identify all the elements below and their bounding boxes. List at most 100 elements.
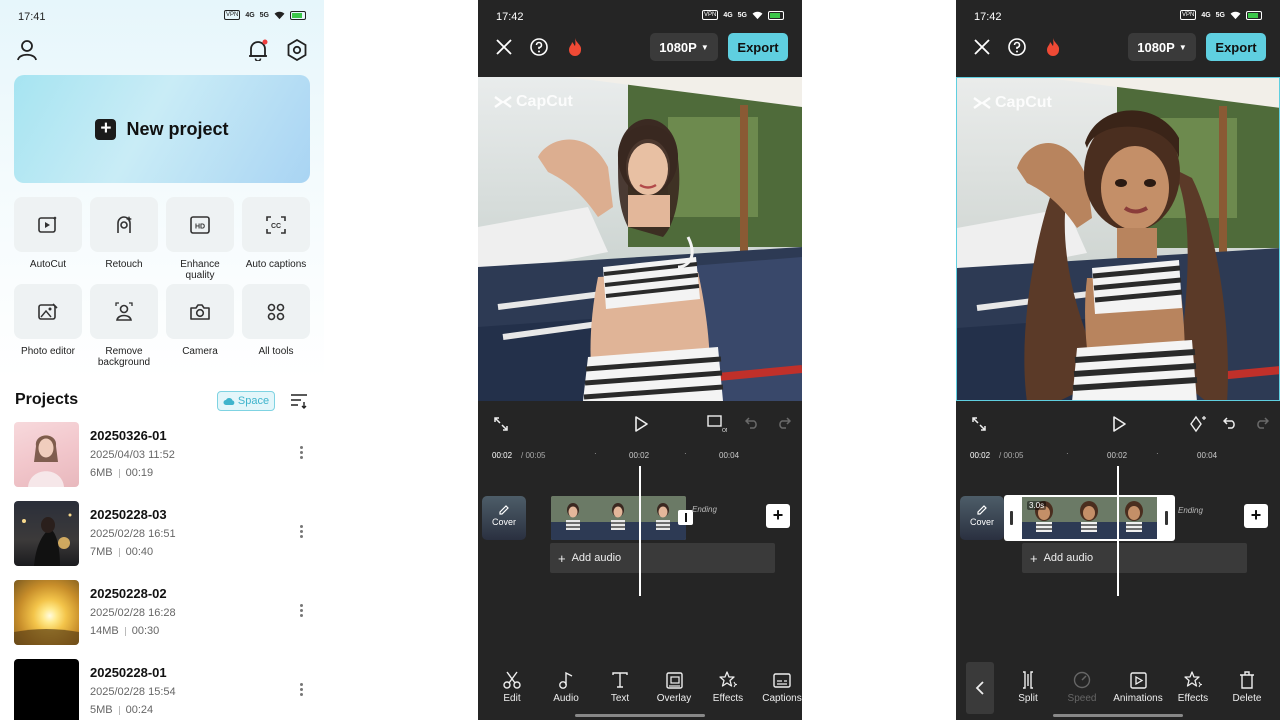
fullscreen-icon[interactable]	[972, 417, 986, 431]
video-preview[interactable]: CapCut	[956, 77, 1280, 401]
battery-icon	[1246, 10, 1262, 20]
status-bar: 17:41 VPN 4G 5G	[0, 0, 324, 34]
fire-icon[interactable]	[567, 37, 583, 57]
timeline-ruler: 00:02 / 00:05 00:02 00:04 · ·	[492, 449, 740, 460]
toolbar-effects[interactable]: Effects	[1166, 670, 1220, 704]
toolbar-label: Edit	[503, 693, 521, 704]
effects-star-icon	[719, 671, 737, 688]
tool-photo-editor[interactable]: Photo editor	[14, 284, 82, 357]
tool-camera[interactable]: Camera	[166, 284, 234, 357]
tool-retouch[interactable]: Retouch	[90, 197, 158, 270]
play-icon[interactable]	[634, 416, 648, 432]
video-preview[interactable]: CapCut	[478, 77, 802, 401]
sort-list-icon[interactable]	[290, 393, 308, 409]
tool-enhance-quality[interactable]: HD Enhance quality	[166, 197, 234, 281]
more-options-icon[interactable]	[300, 683, 304, 698]
toolbar-animations[interactable]: Animations	[1109, 670, 1167, 704]
add-audio-button[interactable]: + Add audio	[550, 543, 775, 573]
project-date: 2025/04/03 11:52	[90, 449, 175, 461]
ruler-tick-label: 00:04	[1197, 451, 1218, 460]
playhead[interactable]	[639, 466, 641, 596]
toolbar-label: Effects	[712, 693, 744, 704]
close-icon[interactable]	[974, 39, 990, 55]
toolbar-audio[interactable]: Audio	[539, 670, 593, 704]
video-clip[interactable]	[551, 496, 686, 540]
redo-icon[interactable]	[1255, 417, 1269, 429]
project-item[interactable]: 20250228-03 2025/02/28 16:51 7MB 00:40	[14, 501, 310, 567]
toolbar-delete[interactable]: Delete	[1220, 670, 1274, 704]
cover-button[interactable]: Cover	[960, 496, 1004, 540]
tool-autocut[interactable]: AutoCut	[14, 197, 82, 270]
capcut-watermark: CapCut	[494, 93, 573, 111]
toolbar-effects[interactable]: Effects	[701, 670, 755, 704]
toolbar-captions[interactable]: Captions	[755, 670, 802, 704]
more-options-icon[interactable]	[300, 446, 304, 461]
tool-label: All tools	[258, 346, 294, 357]
toolbar-label: Speed	[1067, 693, 1097, 704]
capcut-watermark: CapCut	[973, 94, 1052, 112]
resolution-dropdown[interactable]: 1080P ▼	[650, 33, 718, 61]
profile-icon[interactable]	[17, 39, 37, 61]
redo-icon[interactable]	[777, 417, 791, 429]
toolbar-label: Effects	[1177, 693, 1209, 704]
toolbar-text[interactable]: Text	[593, 670, 647, 704]
toolbar-label: Text	[610, 693, 630, 704]
trim-handle-left[interactable]	[1010, 511, 1013, 525]
add-clip-button[interactable]: +	[766, 504, 790, 528]
project-item[interactable]: 20250228-02 2025/02/28 16:28 14MB 00:30	[14, 580, 310, 646]
export-button[interactable]: Export	[728, 33, 788, 61]
add-audio-label: Add audio	[571, 552, 622, 564]
project-name: 20250326-01	[90, 428, 167, 443]
preview-frame-image	[957, 78, 1279, 400]
export-button[interactable]: Export	[1206, 33, 1266, 61]
tool-all-tools[interactable]: All tools	[242, 284, 310, 357]
status-bar: 17:42 VPN 4G 5G	[956, 0, 1280, 34]
help-icon[interactable]	[1008, 38, 1026, 56]
add-keyframe-icon[interactable]	[1189, 415, 1207, 433]
fullscreen-icon[interactable]	[494, 417, 508, 431]
playhead[interactable]	[1117, 466, 1119, 596]
toolbar-speed[interactable]: Speed	[1055, 670, 1109, 704]
playback-controls: ON	[478, 408, 802, 440]
toolbar-split[interactable]: Split	[1001, 670, 1055, 704]
close-icon[interactable]	[496, 39, 512, 55]
undo-icon[interactable]	[1223, 417, 1237, 429]
project-item[interactable]: 20250326-01 2025/04/03 11:52 6MB 00:19	[14, 422, 310, 488]
trim-handle-right[interactable]	[1165, 511, 1168, 525]
add-audio-label: Add audio	[1043, 552, 1094, 564]
add-clip-button[interactable]: +	[1244, 504, 1268, 528]
settings-icon[interactable]	[287, 39, 307, 61]
notification-bell-icon[interactable]	[247, 39, 269, 61]
capcut-logo-icon	[494, 96, 512, 108]
tool-auto-captions[interactable]: CC Auto captions	[242, 197, 310, 270]
ending-clip-label[interactable]: Ending	[692, 505, 717, 514]
project-item[interactable]: 20250228-01 2025/02/28 15:54 5MB 00:24	[14, 659, 310, 720]
resolution-dropdown[interactable]: 1080P ▼	[1128, 33, 1196, 61]
add-audio-button[interactable]: + Add audio	[1022, 543, 1247, 573]
tool-remove-background[interactable]: Remove background	[90, 284, 158, 368]
play-icon[interactable]	[1112, 416, 1126, 432]
preview-frame-image	[478, 77, 802, 401]
keyframe-toggle-icon[interactable]: ON	[707, 415, 727, 433]
battery-icon	[768, 10, 784, 20]
split-icon	[1023, 671, 1033, 689]
ending-clip-label[interactable]: Ending	[1178, 506, 1203, 515]
more-options-icon[interactable]	[300, 525, 304, 540]
fire-icon[interactable]	[1045, 37, 1061, 57]
project-name: 20250228-02	[90, 586, 167, 601]
undo-icon[interactable]	[745, 417, 759, 429]
new-project-button[interactable]: + New project	[14, 75, 310, 183]
more-options-icon[interactable]	[300, 604, 304, 619]
back-button[interactable]	[966, 662, 994, 714]
remove-bg-icon	[115, 301, 133, 321]
cover-button[interactable]: Cover	[482, 496, 526, 540]
toolbar-overlay[interactable]: Overlay	[647, 670, 701, 704]
help-icon[interactable]	[530, 38, 548, 56]
status-bar: 17:42 VPN 4G 5G	[478, 0, 802, 34]
toolbar-edit[interactable]: Edit	[485, 670, 539, 704]
space-button[interactable]: Space	[217, 391, 275, 411]
toolbar-label: Audio	[553, 693, 579, 704]
transition-icon[interactable]	[678, 510, 693, 525]
project-name: 20250228-03	[90, 507, 167, 522]
signal-icon: 4G	[723, 11, 733, 19]
